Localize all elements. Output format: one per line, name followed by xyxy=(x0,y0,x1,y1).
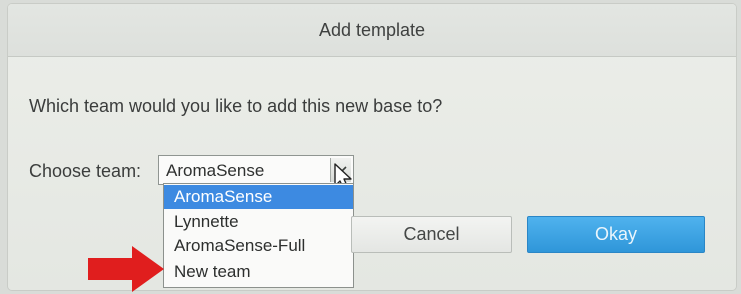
red-arrow-icon xyxy=(88,246,164,292)
okay-button[interactable]: Okay xyxy=(527,216,705,253)
dialog-titlebar: Add template xyxy=(8,4,736,57)
team-dropdown-list: AromaSense Lynnette AromaSense-Full New … xyxy=(163,183,354,288)
team-option-lynnette[interactable]: Lynnette xyxy=(164,210,353,234)
team-question: Which team would you like to add this ne… xyxy=(29,96,443,116)
choose-team-label: Choose team: xyxy=(29,161,142,181)
team-option-aromasense-full[interactable]: AromaSense-Full xyxy=(164,234,353,258)
cancel-button[interactable]: Cancel xyxy=(351,216,512,253)
team-option-aromasense[interactable]: AromaSense xyxy=(164,185,353,209)
team-option-new-team[interactable]: New team xyxy=(164,260,353,284)
team-select[interactable]: AromaSense xyxy=(158,155,354,185)
dialog-title: Add template xyxy=(318,20,426,40)
team-select-value: AromaSense xyxy=(166,161,265,180)
